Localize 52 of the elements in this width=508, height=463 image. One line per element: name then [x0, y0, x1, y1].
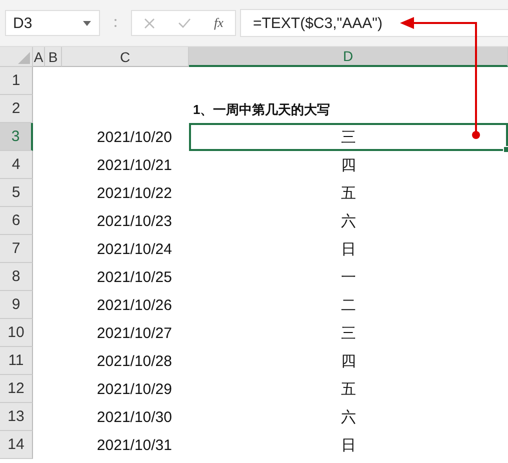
row-header[interactable]: 5 — [0, 179, 33, 207]
weekday-cell: 六 — [341, 212, 356, 230]
date-cell: 2021/10/27 — [96, 324, 172, 342]
column-header[interactable]: A — [33, 47, 45, 67]
column-header[interactable]: B — [45, 47, 62, 67]
row-header[interactable]: 7 — [0, 235, 33, 263]
weekday-cell: 日 — [341, 436, 356, 454]
row-header[interactable]: 3 — [0, 123, 33, 151]
name-box[interactable]: D3 — [5, 10, 100, 36]
cancel-icon[interactable] — [144, 18, 155, 28]
formula-field[interactable]: =TEXT($C3,"AAA") — [240, 9, 508, 37]
row-header[interactable]: 10 — [0, 319, 33, 347]
check-icon[interactable] — [178, 18, 191, 28]
column-header[interactable]: C — [62, 47, 189, 67]
date-cell: 2021/10/21 — [96, 156, 172, 174]
column-header[interactable]: D — [189, 47, 508, 67]
row-header[interactable]: 6 — [0, 207, 33, 235]
row-header[interactable]: 9 — [0, 291, 33, 319]
weekday-cell: 四 — [341, 156, 356, 174]
date-cell: 2021/10/28 — [96, 352, 172, 370]
weekday-cell: 日 — [341, 240, 356, 258]
weekday-cell: 三 — [341, 324, 356, 342]
row-header[interactable]: 8 — [0, 263, 33, 291]
row-header[interactable]: 1 — [0, 67, 33, 95]
row-header[interactable]: 14 — [0, 431, 33, 459]
section-title: 1、一周中第几天的大写 — [193, 101, 330, 119]
date-cell: 2021/10/23 — [96, 212, 172, 230]
row-header[interactable]: 2 — [0, 95, 33, 123]
row-header[interactable]: 12 — [0, 375, 33, 403]
weekday-cell: 三 — [341, 128, 356, 146]
date-cell: 2021/10/24 — [96, 240, 172, 258]
date-cell: 2021/10/31 — [96, 436, 172, 454]
insert-function-button[interactable]: fx — [214, 15, 224, 31]
date-cell: 2021/10/25 — [96, 268, 172, 286]
date-cell: 2021/10/22 — [96, 184, 172, 202]
select-all-icon[interactable] — [18, 52, 30, 64]
row-header[interactable]: 4 — [0, 151, 33, 179]
weekday-cell: 六 — [341, 408, 356, 426]
weekday-cell: 五 — [341, 380, 356, 398]
caret-icon[interactable] — [83, 20, 91, 26]
date-cell: 2021/10/26 — [96, 296, 172, 314]
selected-cell[interactable]: 三 — [189, 123, 508, 151]
weekday-cell: 四 — [341, 352, 356, 370]
weekday-cell: 二 — [341, 296, 356, 314]
row-header[interactable]: 11 — [0, 347, 33, 375]
date-cell: 2021/10/30 — [96, 408, 172, 426]
weekday-cell: 五 — [341, 184, 356, 202]
weekday-cell: 一 — [341, 268, 356, 286]
row-header[interactable]: 13 — [0, 403, 33, 431]
date-cell: 2021/10/20 — [96, 128, 172, 146]
grip-icon — [114, 18, 117, 28]
date-cell: 2021/10/29 — [96, 380, 172, 398]
